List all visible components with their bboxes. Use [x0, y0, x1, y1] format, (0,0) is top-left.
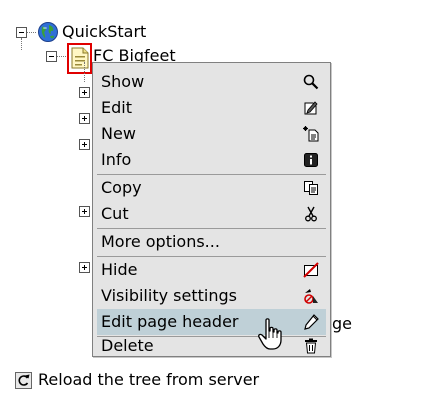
magnifier-icon — [302, 73, 320, 91]
page-icon[interactable] — [71, 47, 89, 69]
collapse-toggle-root[interactable] — [16, 27, 27, 38]
edit-icon — [302, 99, 320, 117]
expand-toggle[interactable] — [79, 262, 90, 273]
menu-item-delete[interactable]: Delete — [97, 337, 326, 355]
menu-item-edit-page-header[interactable]: Edit page header — [97, 309, 326, 335]
menu-item-label: More options... — [101, 232, 220, 251]
menu-item-show[interactable]: Show — [97, 69, 326, 95]
menu-item-label: Info — [101, 150, 132, 169]
globe-icon — [37, 21, 59, 43]
menu-item-new[interactable]: New — [97, 121, 326, 147]
menu-item-edit[interactable]: Edit — [97, 95, 326, 121]
menu-item-label: Visibility settings — [101, 286, 237, 305]
menu-item-label: Delete — [101, 336, 154, 355]
menu-item-more-options[interactable]: More options... — [97, 229, 326, 255]
menu-item-copy[interactable]: Copy — [97, 175, 326, 201]
info-icon — [302, 151, 320, 169]
menu-item-label: Copy — [101, 178, 142, 197]
pen-icon — [302, 313, 320, 331]
trash-icon — [302, 337, 320, 355]
collapse-toggle-child[interactable] — [46, 51, 57, 62]
hide-icon — [302, 261, 320, 279]
scissors-icon — [302, 205, 320, 223]
menu-item-label: New — [101, 124, 136, 143]
expand-toggle[interactable] — [79, 113, 90, 124]
menu-item-label: Cut — [101, 204, 129, 223]
menu-item-hide[interactable]: Hide — [97, 257, 326, 283]
context-menu: Show Edit New Info Copy Cut More options… — [92, 62, 331, 357]
hand-cursor-icon — [258, 318, 286, 352]
reload-icon[interactable] — [15, 372, 32, 389]
reload-tree-link[interactable]: Reload the tree from server — [38, 370, 259, 390]
expand-toggle[interactable] — [79, 206, 90, 217]
menu-item-label: Show — [101, 72, 145, 91]
obscured-tree-label: ge — [332, 314, 352, 333]
tree-node-quickstart[interactable]: QuickStart — [62, 22, 146, 42]
new-icon — [302, 125, 320, 143]
visibility-icon — [302, 287, 320, 305]
menu-item-visibility-settings[interactable]: Visibility settings — [97, 283, 326, 309]
menu-item-label: Edit page header — [101, 312, 239, 331]
menu-item-label: Hide — [101, 260, 138, 279]
expand-toggle[interactable] — [79, 87, 90, 98]
menu-item-info[interactable]: Info — [97, 147, 326, 173]
expand-toggle[interactable] — [79, 139, 90, 150]
menu-item-label: Edit — [101, 98, 132, 117]
menu-item-cut[interactable]: Cut — [97, 201, 326, 227]
copy-icon — [302, 179, 320, 197]
